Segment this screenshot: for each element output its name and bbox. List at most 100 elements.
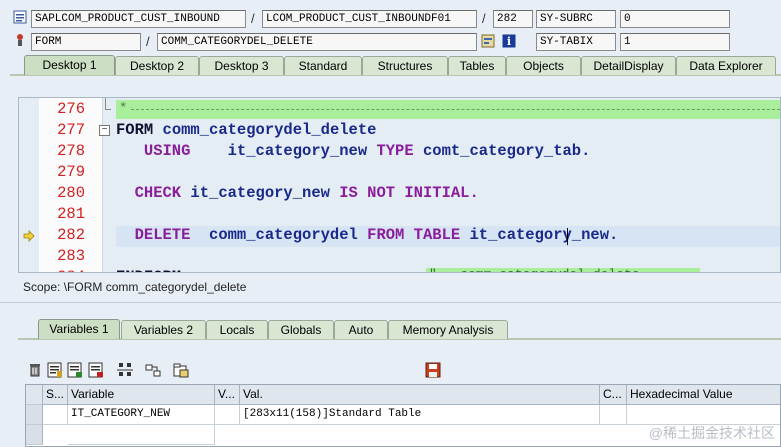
tab-standard[interactable]: Standard	[284, 56, 362, 75]
cell-v[interactable]	[215, 405, 240, 425]
code-token: USING	[116, 142, 228, 160]
code-text: CHECK it_category_new IS NOT INITIAL.	[116, 183, 479, 204]
cell-value[interactable]: [283x11(158)]Standard Table	[240, 405, 600, 425]
tab-variables-1[interactable]: Variables 1	[38, 319, 120, 339]
program-icon	[13, 10, 27, 24]
tab-variables-2[interactable]: Variables 2	[121, 320, 206, 339]
tab-structures[interactable]: Structures	[362, 56, 448, 75]
code-line[interactable]: 281	[19, 204, 780, 225]
code-token: comm_categorydel	[209, 226, 368, 244]
tab-desktop-3[interactable]: Desktop 3	[199, 56, 284, 75]
code-token: it_category_new	[227, 142, 377, 160]
code-token: DELETE	[116, 226, 210, 244]
display-icon[interactable]	[67, 362, 83, 378]
column-header-status[interactable]: S...	[43, 385, 68, 405]
code-line[interactable]: 277 FORM comm_categorydel_delete	[19, 120, 780, 141]
column-header-hex-value[interactable]: Hexadecimal Value	[627, 385, 780, 405]
cell-c[interactable]	[600, 405, 627, 425]
delete-icon[interactable]	[27, 362, 43, 378]
line-number: 283	[57, 247, 85, 265]
sy-tabix-value-field[interactable]: 1	[620, 33, 730, 51]
line-number: 279	[57, 163, 85, 181]
watermark: @稀土掘金技术社区	[648, 425, 775, 441]
info-icon[interactable]: i	[502, 34, 516, 48]
code-token: it_category_new.	[469, 226, 619, 244]
code-line[interactable]: 284 ENDFORM.	[19, 267, 780, 272]
code-text: DELETE comm_categorydel FROM TABLE it_ca…	[116, 225, 619, 246]
grid-corner[interactable]	[26, 385, 43, 405]
cell-variable[interactable]: IT_CATEGORY_NEW	[68, 405, 215, 425]
fold-toggle[interactable]: −	[99, 125, 110, 136]
column-header-variable[interactable]: Variable	[68, 385, 215, 405]
tab-desktop-1[interactable]: Desktop 1	[24, 55, 115, 75]
tab-locals[interactable]: Locals	[206, 320, 268, 339]
detail-view-icon[interactable]	[47, 362, 63, 378]
save-icon[interactable]	[425, 362, 441, 378]
event-type-field[interactable]: FORM	[31, 33, 141, 51]
line-number: 284	[39, 267, 85, 272]
line-number: 276	[57, 100, 85, 118]
code-token: TYPE	[376, 142, 423, 160]
code-token: it_category_new	[190, 184, 340, 202]
code-text: FORM comm_categorydel_delete	[116, 120, 376, 141]
tab-objects[interactable]: Objects	[506, 56, 581, 75]
navigate-tree-icon[interactable]	[145, 362, 161, 378]
include-name-field[interactable]: LCOM_PRODUCT_CUST_INBOUNDF01	[262, 10, 477, 28]
code-line[interactable]: 282 DELETE comm_categorydel FROM TABLE i…	[19, 225, 780, 246]
code-line[interactable]: 280 CHECK it_category_new IS NOT INITIAL…	[19, 183, 780, 204]
svg-text:i: i	[507, 35, 511, 48]
navigate-icon[interactable]	[481, 34, 495, 48]
panel-divider	[0, 302, 781, 312]
code-line[interactable]: 276	[19, 99, 780, 120]
tab-data-explorer[interactable]: Data Explorer	[676, 56, 776, 75]
event-icon	[13, 33, 27, 47]
cell-hex[interactable]	[627, 405, 780, 425]
sy-tabix-name-field[interactable]: SY-TABIX	[536, 33, 616, 51]
tab-globals[interactable]: Globals	[268, 320, 334, 339]
line-number-field[interactable]: 282	[493, 10, 533, 28]
code-token: FORM	[116, 121, 163, 139]
event-name-field[interactable]: COMM_CATEGORYDEL_DELETE	[157, 33, 477, 51]
tab-tables[interactable]: Tables	[448, 56, 506, 75]
save-list-icon[interactable]	[88, 362, 104, 378]
row-selector[interactable]	[26, 405, 43, 425]
code-token: CHECK	[116, 184, 191, 202]
tab-detaildisplay[interactable]: DetailDisplay	[581, 56, 676, 75]
code-token: comt_category_tab.	[422, 142, 591, 160]
tab-auto[interactable]: Auto	[334, 320, 388, 339]
program-name-field[interactable]: SAPLCOM_PRODUCT_CUST_INBOUND	[31, 10, 246, 28]
column-header-v[interactable]: V...	[215, 385, 240, 405]
code-text: USING it_category_new TYPE comt_category…	[116, 141, 591, 162]
code-token: FROM TABLE	[367, 226, 470, 244]
cell-status[interactable]	[43, 405, 68, 425]
source-code-editor[interactable]: * 276 277 FORM comm_categorydel_delete 278 …	[18, 97, 781, 273]
line-number: 277	[57, 121, 85, 139]
scope-label: Scope: \FORM comm_categorydel_delete	[23, 280, 247, 294]
folder-icon[interactable]	[173, 362, 189, 378]
tab-memory-analysis[interactable]: Memory Analysis	[388, 320, 508, 339]
column-header-c[interactable]: C...	[600, 385, 627, 405]
text-cursor	[567, 228, 568, 245]
line-number: 278	[57, 142, 85, 160]
code-line[interactable]: 278 USING it_category_new TYPE comt_cate…	[19, 141, 780, 162]
path-separator: /	[146, 34, 150, 49]
hierarchy-icon[interactable]	[117, 362, 133, 378]
code-text: ENDFORM.	[116, 267, 190, 272]
column-header-value[interactable]: Val.	[240, 385, 600, 405]
code-token: comm_categorydel_delete	[162, 121, 377, 139]
path-separator: /	[482, 11, 486, 26]
code-line[interactable]: 279	[19, 162, 780, 183]
sy-subrc-name-field[interactable]: SY-SUBRC	[536, 10, 616, 28]
row-selector[interactable]	[26, 425, 43, 445]
code-token: ENDFORM.	[116, 268, 190, 272]
cell-variable-empty[interactable]	[68, 425, 215, 445]
current-statement-arrow-icon	[23, 230, 35, 245]
code-line[interactable]: 283	[19, 246, 780, 267]
line-number: 281	[57, 205, 85, 223]
tab-desktop-2[interactable]: Desktop 2	[115, 56, 199, 75]
endform-comment: " comm_categorydel_delete	[429, 267, 640, 272]
line-number: 282	[57, 226, 85, 244]
sy-subrc-value-field[interactable]: 0	[620, 10, 730, 28]
code-token: IS NOT INITIAL.	[339, 184, 479, 202]
path-separator: /	[251, 11, 255, 26]
